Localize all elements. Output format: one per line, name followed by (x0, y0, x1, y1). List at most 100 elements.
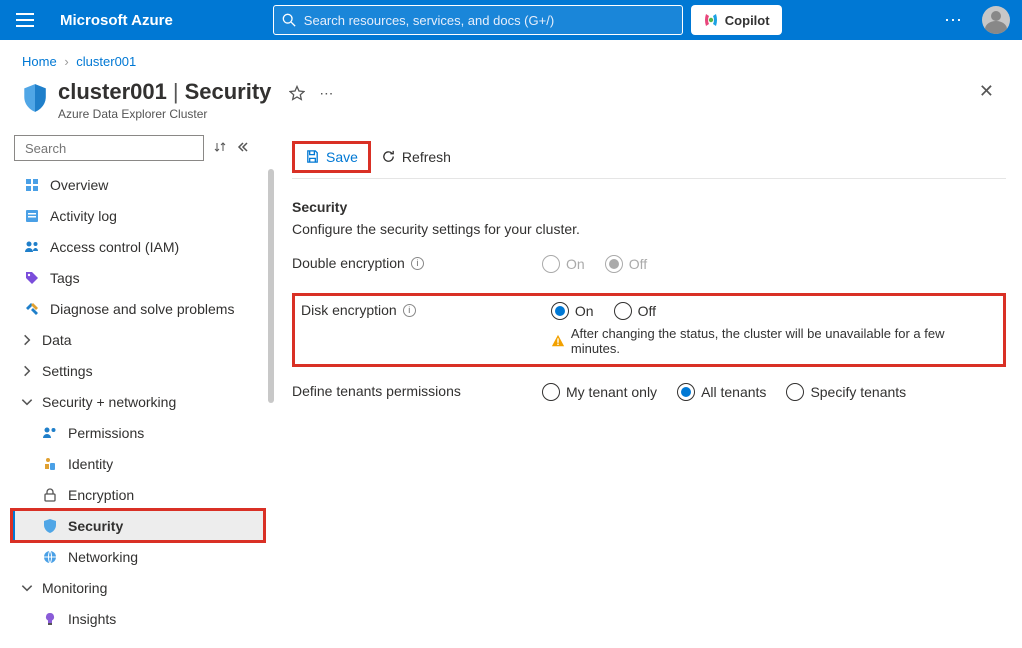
copilot-label: Copilot (725, 13, 770, 28)
permissions-icon (42, 425, 58, 441)
more-icon[interactable]: ⋯ (944, 10, 964, 31)
copilot-button[interactable]: Copilot (691, 5, 782, 35)
menu-icon[interactable] (16, 13, 34, 27)
tenants-my-radio[interactable]: My tenant only (542, 383, 657, 401)
chevron-right-icon (20, 364, 34, 378)
shield-icon (22, 83, 48, 113)
double-enc-off-radio: Off (605, 255, 647, 273)
breadcrumb-current[interactable]: cluster001 (76, 54, 136, 69)
page-header: cluster001 | Security Azure Data Explore… (0, 79, 1022, 135)
top-bar: Microsoft Azure Copilot ⋯ (0, 0, 1022, 40)
sidebar-label-iam: Access control (IAM) (50, 239, 179, 255)
info-icon[interactable]: i (403, 304, 416, 317)
chevron-right-icon (20, 333, 34, 347)
refresh-button[interactable]: Refresh (381, 149, 451, 165)
save-icon (305, 149, 320, 164)
sidebar-group-security-networking[interactable]: Security + networking (12, 386, 264, 417)
log-icon (24, 208, 40, 224)
section-description: Configure the security settings for your… (292, 221, 1006, 237)
sidebar-label-data: Data (42, 332, 72, 348)
breadcrumb: Home › cluster001 (0, 40, 1022, 79)
close-icon[interactable]: ✕ (973, 79, 1000, 104)
sidebar-label-sec-net: Security + networking (42, 394, 176, 410)
globe-icon (42, 549, 58, 565)
page-subtitle: Azure Data Explorer Cluster (58, 107, 271, 121)
sidebar-search-input[interactable] (25, 141, 201, 156)
save-label: Save (326, 149, 358, 165)
disk-enc-off-radio[interactable]: Off (614, 302, 656, 320)
warning-icon (551, 334, 565, 348)
sidebar-item-permissions[interactable]: Permissions (12, 417, 264, 448)
sidebar-item-overview[interactable]: Overview (12, 169, 264, 200)
sidebar-label-identity: Identity (68, 456, 113, 472)
sidebar-item-identity[interactable]: Identity (12, 448, 264, 479)
sidebar-label-diagnose: Diagnose and solve problems (50, 301, 234, 317)
tenants-specify-radio[interactable]: Specify tenants (786, 383, 906, 401)
iam-icon (24, 239, 40, 255)
shield-icon (42, 518, 58, 534)
sidebar-item-encryption[interactable]: Encryption (12, 479, 264, 510)
sidebar-item-security[interactable]: Security (12, 510, 264, 541)
save-button[interactable]: Save (292, 141, 371, 173)
disk-enc-warning: After changing the status, the cluster w… (551, 326, 997, 356)
insights-icon (42, 611, 58, 627)
radio-label-off: Off (629, 256, 647, 272)
breadcrumb-home[interactable]: Home (22, 54, 57, 69)
toolbar: Save Refresh (292, 135, 1006, 179)
tenants-label: Define tenants permissions (292, 383, 461, 399)
radio-label-my-tenant: My tenant only (566, 384, 657, 400)
sidebar-label-permissions: Permissions (68, 425, 144, 441)
star-icon[interactable] (289, 85, 305, 101)
sidebar-label-insights: Insights (68, 611, 116, 627)
sidebar-item-settings[interactable]: Settings (12, 355, 264, 386)
chevron-down-icon (20, 395, 34, 409)
sidebar-item-iam[interactable]: Access control (IAM) (12, 231, 264, 262)
tag-icon (24, 270, 40, 286)
sidebar-item-networking[interactable]: Networking (12, 541, 264, 572)
info-icon[interactable]: i (411, 257, 424, 270)
user-avatar[interactable] (982, 6, 1010, 34)
title-resource: cluster001 (58, 79, 167, 105)
sidebar-search[interactable] (14, 135, 204, 161)
radio-label-all-tenants: All tenants (701, 384, 766, 400)
disk-encryption-label: Disk encryption (301, 302, 397, 318)
setting-double-encryption: Double encryption i On Off (292, 255, 1006, 293)
chevron-down-icon (20, 581, 34, 595)
sidebar: Overview Activity log Access control (IA… (12, 135, 264, 634)
radio-label-specify-tenants: Specify tenants (810, 384, 906, 400)
sidebar-label-encryption: Encryption (68, 487, 134, 503)
sidebar-item-activity-log[interactable]: Activity log (12, 200, 264, 231)
brand-label: Microsoft Azure (60, 12, 173, 29)
overview-icon (24, 177, 40, 193)
sidebar-item-insights[interactable]: Insights (12, 603, 264, 634)
collapse-icon[interactable] (236, 141, 248, 156)
refresh-icon (381, 149, 396, 164)
identity-icon (42, 456, 58, 472)
sidebar-item-tags[interactable]: Tags (12, 262, 264, 293)
sidebar-group-monitoring[interactable]: Monitoring (12, 572, 264, 603)
double-encryption-label: Double encryption (292, 255, 405, 271)
global-search-input[interactable] (304, 13, 674, 28)
page-title: cluster001 | Security (58, 79, 271, 105)
sidebar-nav: Overview Activity log Access control (IA… (12, 169, 264, 634)
content-pane: Save Refresh Security Configure the secu… (264, 135, 1022, 634)
disk-encryption-highlight: Disk encryption i On Off After cha (292, 293, 1006, 367)
radio-label-on: On (575, 303, 594, 319)
setting-disk-encryption: Disk encryption i On Off After cha (301, 302, 997, 356)
disk-enc-on-radio[interactable]: On (551, 302, 594, 320)
sidebar-label-tags: Tags (50, 270, 80, 286)
double-enc-on-radio: On (542, 255, 585, 273)
sidebar-item-data[interactable]: Data (12, 324, 264, 355)
sidebar-label-activity-log: Activity log (50, 208, 117, 224)
sidebar-label-overview: Overview (50, 177, 108, 193)
sort-button[interactable] (214, 141, 226, 156)
scrollbar[interactable] (268, 169, 274, 403)
tenants-all-radio[interactable]: All tenants (677, 383, 766, 401)
global-search[interactable] (273, 5, 683, 35)
chevron-right-icon: › (64, 54, 68, 69)
sidebar-label-settings: Settings (42, 363, 93, 379)
sidebar-item-diagnose[interactable]: Diagnose and solve problems (12, 293, 264, 324)
setting-tenants: Define tenants permissions My tenant onl… (292, 383, 1006, 421)
more-dots-icon[interactable]: ⋯ (319, 85, 334, 102)
title-separator: | (173, 79, 179, 105)
